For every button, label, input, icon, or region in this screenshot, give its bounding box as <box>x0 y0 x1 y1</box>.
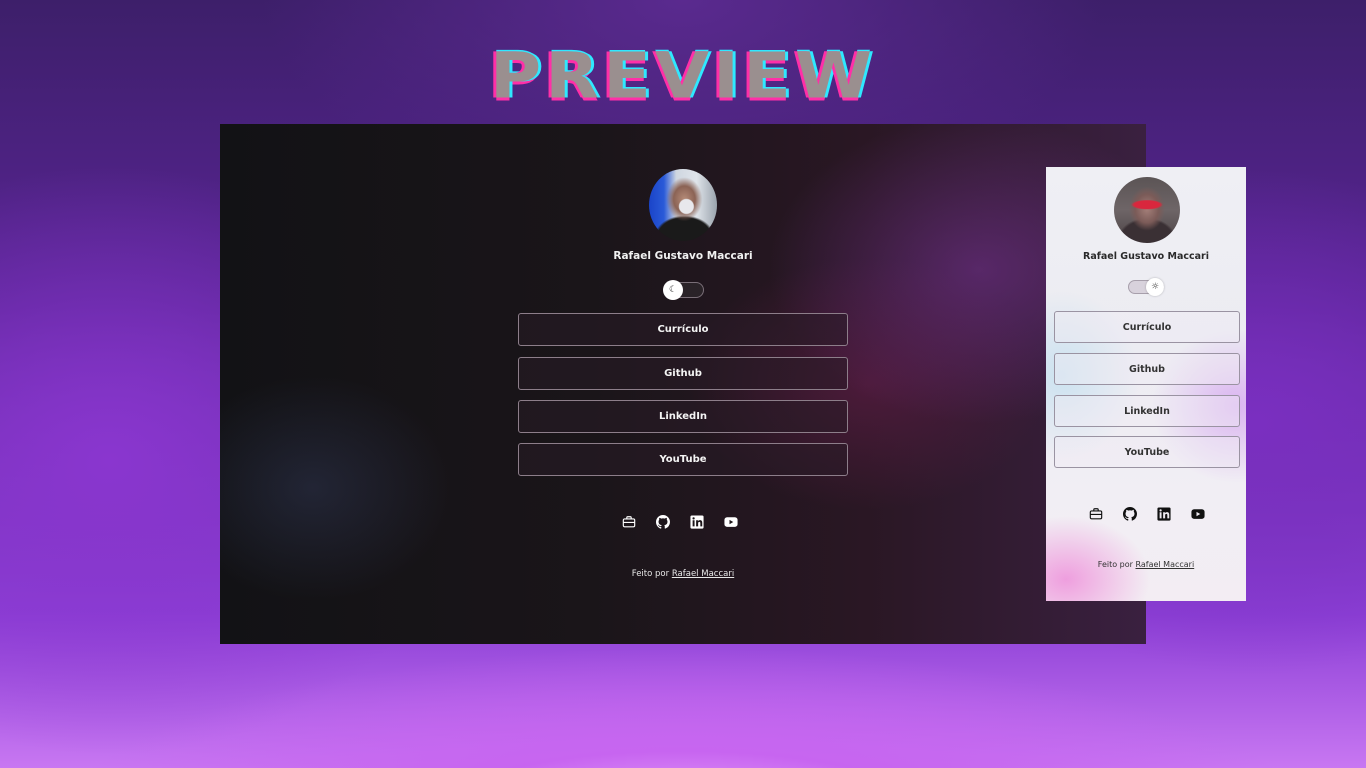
mobile-preview: Rafael Gustavo Maccari ☼ Currículo Githu… <box>1046 167 1246 601</box>
sun-icon: ☼ <box>1146 278 1164 296</box>
linkedin-icon[interactable] <box>1157 507 1171 521</box>
page-title: PREVIEW <box>489 39 877 113</box>
footer-prefix: Feito por <box>631 569 670 579</box>
youtube-icon[interactable] <box>724 515 738 529</box>
moon-icon: ☾ <box>663 280 683 300</box>
briefcase-icon[interactable] <box>622 515 636 529</box>
briefcase-icon[interactable] <box>1089 507 1103 521</box>
github-button[interactable]: Github <box>1054 353 1240 385</box>
profile-name: Rafael Gustavo Maccari <box>1083 251 1209 262</box>
social-icons <box>1089 507 1205 521</box>
youtube-button[interactable]: YouTube <box>518 443 848 476</box>
youtube-button[interactable]: YouTube <box>1054 436 1240 468</box>
github-icon[interactable] <box>1123 507 1137 521</box>
curriculo-button[interactable]: Currículo <box>518 313 848 346</box>
linkedin-button[interactable]: LinkedIn <box>518 400 848 433</box>
profile-name: Rafael Gustavo Maccari <box>613 250 753 262</box>
footer-prefix: Feito por <box>1097 560 1133 569</box>
linkedin-button[interactable]: LinkedIn <box>1054 395 1240 427</box>
curriculo-button[interactable]: Currículo <box>1054 311 1240 343</box>
avatar <box>649 169 717 241</box>
footer: Feito por Rafael Maccari <box>1046 560 1246 569</box>
linkedin-icon[interactable] <box>690 515 704 529</box>
theme-toggle[interactable]: ☾ <box>663 280 704 300</box>
desktop-preview: Rafael Gustavo Maccari ☾ Currículo Githu… <box>220 124 1146 644</box>
theme-toggle[interactable]: ☼ <box>1128 278 1164 296</box>
author-link[interactable]: Rafael Maccari <box>672 569 734 579</box>
social-icons <box>622 515 738 529</box>
github-icon[interactable] <box>656 515 670 529</box>
avatar <box>1114 177 1180 243</box>
github-button[interactable]: Github <box>518 357 848 390</box>
footer: Feito por Rafael Maccari <box>220 569 1146 579</box>
youtube-icon[interactable] <box>1191 507 1205 521</box>
author-link[interactable]: Rafael Maccari <box>1135 560 1194 569</box>
